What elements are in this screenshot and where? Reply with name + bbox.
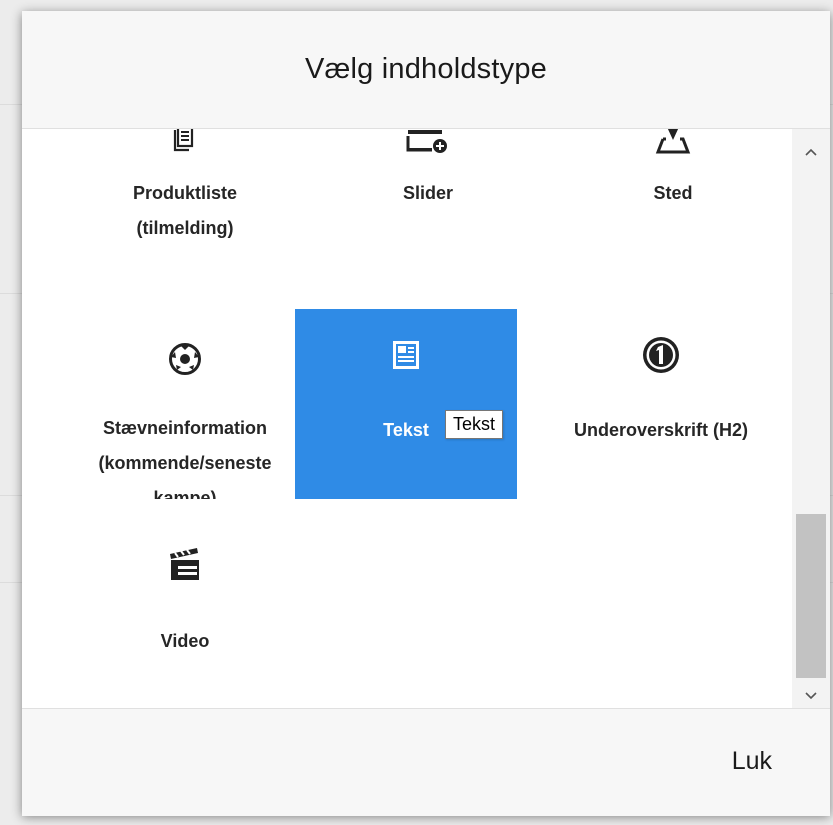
tile-tekst[interactable]: Tekst: [295, 309, 517, 499]
vertical-scrollbar[interactable]: [792, 129, 830, 708]
tile-label: Video: [160, 631, 210, 651]
list-document-icon: [74, 129, 296, 159]
dialog-title: Vælg indholdstype: [305, 53, 547, 85]
soccer-ball-icon: [74, 339, 296, 379]
content-type-grid: Produktliste (tilmelding) Slider Sted St…: [22, 129, 792, 708]
tile-label: Stævneinformation: [102, 418, 267, 438]
tile-label: kampe): [153, 488, 217, 499]
chevron-down-icon: [805, 692, 817, 700]
scroll-down-button[interactable]: [792, 685, 830, 707]
tooltip: Tekst: [445, 410, 504, 439]
tile-produktliste[interactable]: Produktliste (tilmelding): [74, 129, 296, 309]
dialog-header: Vælg indholdstype: [22, 11, 830, 129]
scroll-thumb[interactable]: [796, 514, 826, 678]
slider-add-icon: [317, 129, 539, 159]
tile-staevneinformation[interactable]: Stævneinformation (kommende/seneste kamp…: [74, 309, 296, 499]
tile-slider[interactable]: Slider: [317, 129, 539, 309]
text-document-icon: [295, 335, 517, 375]
tile-label: Underoverskrift (H2): [573, 420, 749, 440]
tile-label: Slider: [402, 183, 454, 203]
number-one-circle-icon: [550, 335, 772, 375]
tile-underoverskrift[interactable]: Underoverskrift (H2): [550, 309, 772, 499]
dialog-footer: Luk: [22, 708, 830, 816]
dialog-body[interactable]: Produktliste (tilmelding) Slider Sted St…: [22, 129, 830, 708]
scroll-up-button[interactable]: [792, 137, 830, 167]
clapperboard-icon: [74, 544, 296, 584]
tile-sted[interactable]: Sted: [562, 129, 784, 309]
tile-label: Sted: [653, 183, 693, 203]
tile-video[interactable]: Video: [74, 534, 296, 708]
tile-label: Produktliste: [132, 183, 238, 203]
chevron-up-icon: [805, 148, 817, 156]
tile-label: (kommende/seneste: [98, 453, 272, 473]
tile-label: (tilmelding): [136, 218, 234, 238]
content-type-dialog: Vælg indholdstype Produktliste (tilmeldi…: [22, 11, 830, 816]
close-button[interactable]: Luk: [732, 747, 772, 776]
map-pin-icon: [562, 129, 784, 159]
